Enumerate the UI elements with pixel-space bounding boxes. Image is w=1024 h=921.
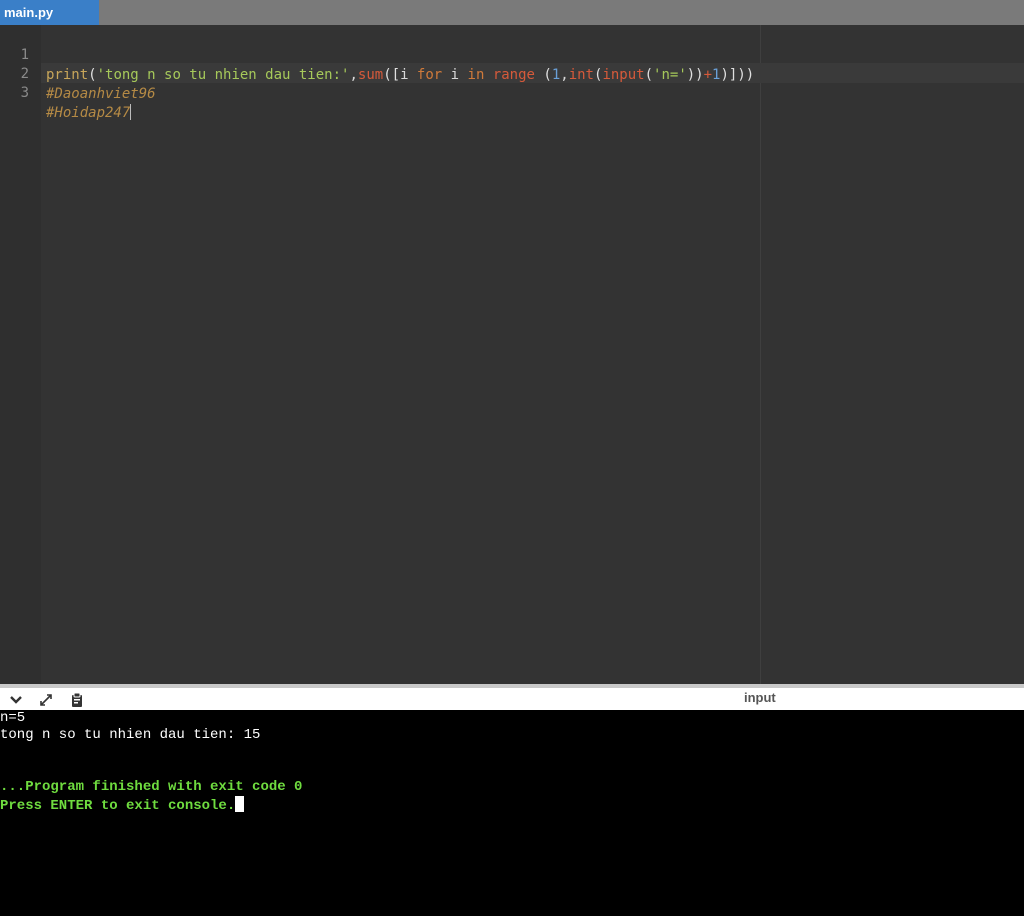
console-prompt-text: Press ENTER to exit console. — [0, 798, 236, 814]
bottom-border — [0, 916, 1024, 921]
tab-bar: main.py — [0, 0, 1024, 25]
code-line-1[interactable]: 1 print('tong n so tu nhien dau tien:',s… — [0, 25, 1024, 83]
console-output[interactable]: n=5 tong n so tu nhien dau tien: 15 ...P… — [0, 710, 1024, 916]
code-comment: #Hoidap247 — [46, 105, 131, 121]
console-line: ...Program finished with exit code 0 — [0, 779, 303, 795]
code-comment: #Daoanhviet96 — [46, 86, 156, 102]
code-editor[interactable]: 1 print('tong n so tu nhien dau tien:',s… — [0, 25, 1024, 684]
code-line-2[interactable]: 2 #Daoanhviet96 — [0, 44, 1024, 102]
print-margin-guide — [760, 25, 761, 684]
input-label[interactable]: input — [744, 690, 776, 705]
text-caret — [130, 104, 132, 120]
clipboard-icon[interactable] — [69, 692, 85, 708]
console-line: tong n so tu nhien dau tien: 15 — [0, 727, 261, 743]
terminal-cursor — [235, 796, 245, 812]
chevron-down-icon[interactable] — [8, 692, 24, 708]
tab-main-py[interactable]: main.py — [0, 0, 99, 25]
code-text: #Hoidap247 — [46, 103, 132, 123]
expand-arrows-icon[interactable] — [38, 692, 54, 708]
console-line: n=5 — [0, 710, 26, 726]
line-number: 3 — [20, 85, 29, 101]
console-line-with-cursor: Press ENTER to exit console. — [0, 796, 245, 815]
console-toolbar: input — [0, 688, 1024, 710]
code-line-3[interactable]: 3 #Hoidap247 — [0, 63, 1024, 121]
